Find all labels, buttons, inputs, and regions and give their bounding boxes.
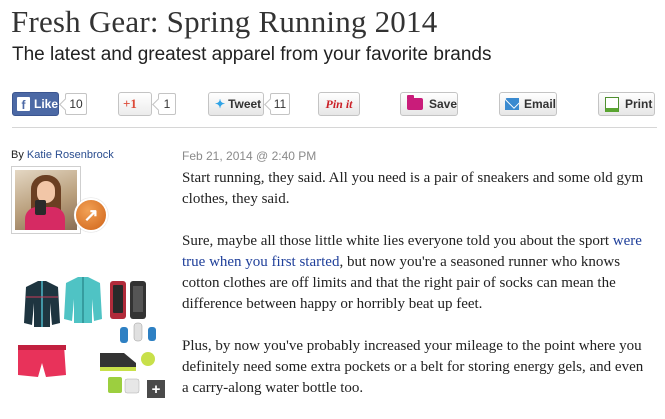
byline-prefix: By: [11, 149, 24, 161]
print-button[interactable]: Print: [598, 92, 655, 116]
email-label: Email: [523, 97, 556, 111]
twitter-bird-icon: ✦: [215, 97, 226, 111]
author-avatar[interactable]: [11, 166, 81, 234]
pin-it-label: Pin it: [325, 96, 353, 111]
paragraph-3: Plus, by now you've probably increased y…: [182, 338, 644, 396]
facebook-like-button[interactable]: f Like: [12, 92, 59, 116]
tweet-button[interactable]: ✦ Tweet: [208, 92, 264, 116]
pin-it-button[interactable]: Pin it: [318, 92, 360, 116]
save-button[interactable]: Save: [400, 92, 458, 116]
author-photo: [15, 170, 77, 230]
envelope-icon: [505, 98, 519, 110]
print-label: Print: [625, 97, 653, 111]
tweet-label: Tweet: [228, 97, 262, 111]
folder-icon: [407, 95, 423, 110]
facebook-like-count: 10: [65, 93, 87, 115]
email-button[interactable]: Email: [499, 92, 557, 116]
save-label: Save: [428, 97, 457, 111]
share-bar: f Like 10 +1 1 ✦ Tweet 11 Pin it Save Em…: [0, 92, 665, 118]
publish-date: Feb 21, 2014 @ 2:40 PM: [182, 149, 317, 163]
facebook-icon: f: [17, 97, 30, 111]
google-plus-button[interactable]: +1: [118, 92, 152, 116]
tweet-count: 11: [270, 93, 290, 115]
gallery-image[interactable]: [12, 267, 167, 398]
divider: [12, 127, 657, 128]
google-plus-label: +1: [123, 96, 137, 111]
google-plus-count: 1: [158, 93, 176, 115]
facebook-like-label: Like: [33, 97, 58, 111]
article-title: Fresh Gear: Spring Running 2014: [11, 4, 438, 39]
expand-gallery-button[interactable]: +: [147, 380, 165, 398]
paragraph-1: Start running, they said. All you need i…: [182, 170, 644, 207]
byline: By Katie Rosenbrock: [11, 149, 114, 161]
article-subtitle: The latest and greatest apparel from you…: [12, 44, 492, 65]
paragraph-2: Sure, maybe all those little white lies …: [182, 231, 652, 315]
author-link[interactable]: Katie Rosenbrock: [27, 149, 114, 161]
article-body: Start running, they said. All you need i…: [182, 168, 652, 419]
running-gear-illustration: [18, 277, 156, 394]
runner-icon: ↗: [74, 198, 108, 232]
printer-icon: [605, 96, 619, 112]
paragraph-2-text-start: Sure, maybe all those little white lies …: [182, 233, 613, 249]
